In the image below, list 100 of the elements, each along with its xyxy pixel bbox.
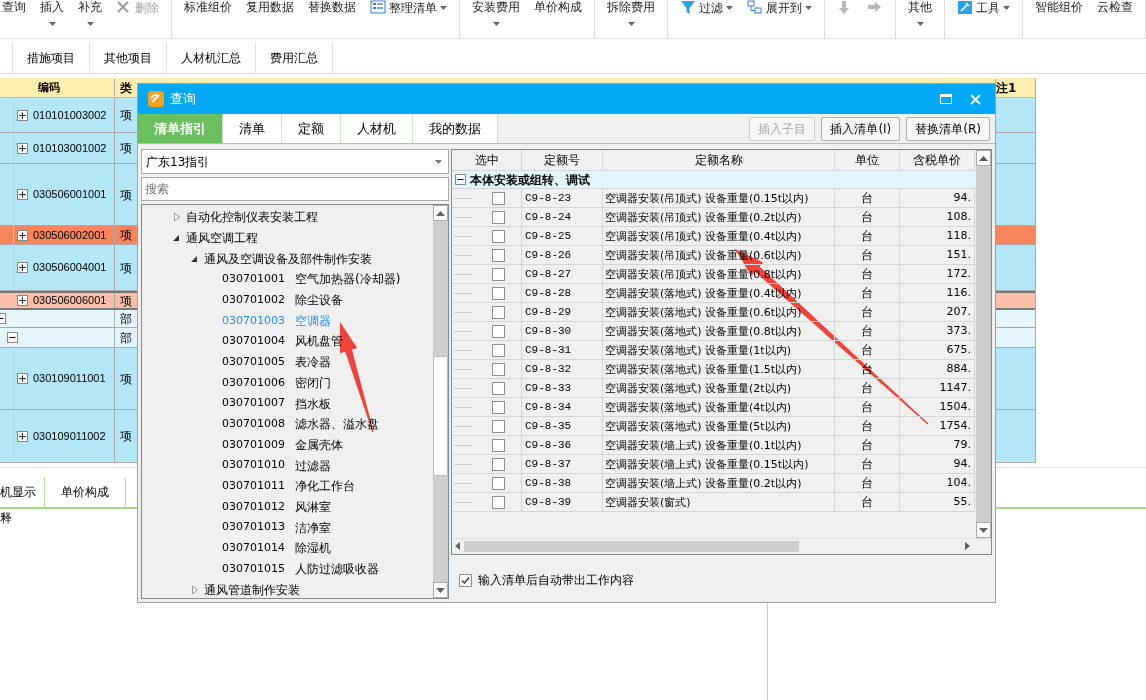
checkbox[interactable] [492,343,505,357]
checkbox[interactable] [492,419,505,433]
tab[interactable]: 我的数据 [413,114,498,143]
tab[interactable]: 机显示 [0,477,45,507]
toolbar-button[interactable]: 标准组价 [182,0,234,14]
scrollbar[interactable] [432,205,448,598]
tree-item[interactable]: 030701015 人防过滤吸收器 [142,558,379,580]
checkbox[interactable] [492,229,505,243]
checkbox[interactable] [492,381,505,395]
price-text: 116. [946,284,971,301]
expand-toggle-icon[interactable] [17,109,28,121]
quota-name: 空调器安装(吊顶式) 设备重量(0.15t以内) [605,190,809,206]
quota-name: 空调器安装(落地式) 设备重量(1.5t以内) [605,361,802,377]
toolbar-button[interactable]: 替换数据 [306,0,358,14]
expand-toggle-icon[interactable] [17,373,28,384]
expand-toggle-icon[interactable] [17,229,28,241]
checkbox[interactable] [492,210,505,224]
price-text: 675. [946,341,971,358]
tree-item[interactable]: 通风及空调设备及部件制作安装 [142,248,372,270]
toolbar-button[interactable]: 单价构成 [532,0,584,14]
tree-item[interactable]: 自动化控制仪表安装工程 [142,207,318,228]
toolbar-button[interactable]: 过滤 [678,0,735,15]
cross-icon [116,0,132,15]
checkbox[interactable] [492,286,505,300]
horizontal-scrollbar[interactable] [452,538,991,554]
tree-item[interactable]: 通风空调工程 [142,227,258,249]
checkbox[interactable] [459,573,472,587]
expand-toggle-icon[interactable] [17,189,28,200]
toolbar-button[interactable]: 展开到 [745,0,814,15]
collapse-toggle-icon[interactable] [455,174,466,185]
quota-name: 空调器安装(落地式) 设备重量(1t以内) [605,342,791,358]
checkbox[interactable] [492,248,505,262]
toolbar-button[interactable]: 拆除费用 [605,0,657,26]
toolbar-button[interactable]: 复用数据 [244,0,296,14]
tree-item[interactable]: 030701012 风淋室 [142,496,331,518]
unit-text: 台 [861,209,873,226]
price-text: 151. [946,246,971,263]
tree-item[interactable]: 030701011 净化工作台 [142,475,355,497]
checkbox[interactable] [492,495,505,509]
tree-item[interactable]: 030701007 挡水板 [142,393,331,414]
tree-item[interactable]: 030701002 除尘设备 [142,289,343,311]
quota-code: C9-8-28 [525,285,572,301]
checkbox[interactable] [492,324,505,338]
scrollbar-thumb[interactable] [433,356,448,476]
checkbox[interactable] [492,362,505,376]
checkbox[interactable] [492,305,505,319]
checkbox[interactable] [492,191,505,205]
toolbar-button[interactable]: 查询 [0,0,28,14]
caret-icon [440,5,447,10]
checkbox[interactable] [492,457,505,471]
tree-item[interactable]: 030701006 密闭门 [142,372,331,394]
scroll-up-button[interactable] [433,205,448,221]
tree-item[interactable]: 030701001 空气加热器(冷却器) [142,269,401,290]
price-text: 884. [946,360,971,377]
item-code: 030506001001 [33,187,107,203]
quota-name: 空调器安装(墙上式) 设备重量(0.2t以内) [605,475,802,491]
toolbar-button[interactable]: 安装费用 [470,0,522,26]
checkbox[interactable] [492,400,505,414]
expand-toggle-icon[interactable] [17,262,28,273]
toolbar-button[interactable]: 其他 [906,0,934,26]
scrollbar[interactable] [975,150,991,538]
checkbox[interactable] [492,438,505,452]
item-type: 项 [120,227,132,244]
tree-item[interactable]: 030701014 除湿机 [142,538,331,559]
tab[interactable]: 清单 [223,114,282,143]
tree-item[interactable]: 030701013 洁净室 [142,517,331,538]
price-text: 108. [946,208,971,225]
dialog-button[interactable]: 替换清单(R) [906,117,990,141]
toolbar-button[interactable]: 整理清单 [368,0,449,15]
quota-code: C9-8-37 [525,456,572,472]
dialog-button[interactable]: 插入清单(I) [821,117,901,141]
tree-item[interactable]: 030701010 过滤器 [142,455,331,476]
column-header: 编码 [37,80,60,96]
expand-toggle-icon[interactable] [17,142,28,154]
unit-text: 台 [861,399,873,416]
tree-item[interactable]: 030701009 金属壳体 [142,434,343,456]
scroll-down-button[interactable] [433,582,448,598]
tab[interactable]: 费用汇总 [255,43,333,73]
tab[interactable]: 定额 [282,114,341,143]
expand-toggle-icon[interactable] [17,430,28,442]
quota-code: C9-8-33 [525,380,572,396]
tree-item[interactable]: 030701005 表冷器 [142,351,331,373]
toolbar-button[interactable]: 补充 [76,0,104,26]
tab[interactable]: 人材机 [341,114,413,143]
expand-toggle-icon[interactable] [17,295,28,306]
item-type: 项 [120,140,132,157]
guide-dropdown[interactable]: 广东13指引 [141,149,449,174]
toolbar-button[interactable]: 工具 [955,0,1012,15]
expand-toggle-icon[interactable] [7,332,18,343]
checkbox[interactable] [492,267,505,281]
checkbox[interactable] [492,476,505,490]
toolbar-button[interactable]: 云检查 [1095,0,1135,14]
scroll-down-button[interactable] [976,522,991,538]
group-row[interactable]: 本体安装或组转、调试 [452,171,975,189]
quota-name: 空调器安装(落地式) 设备重量(0.6t以内) [605,304,802,320]
toolbar-button[interactable]: 插入 [38,0,66,26]
search-field[interactable]: 搜索 [141,177,449,201]
toolbar-button[interactable]: 智能组价 [1033,0,1085,14]
tree-item[interactable]: 通风管道制作安装 [142,579,300,601]
scroll-up-button[interactable] [976,150,991,166]
